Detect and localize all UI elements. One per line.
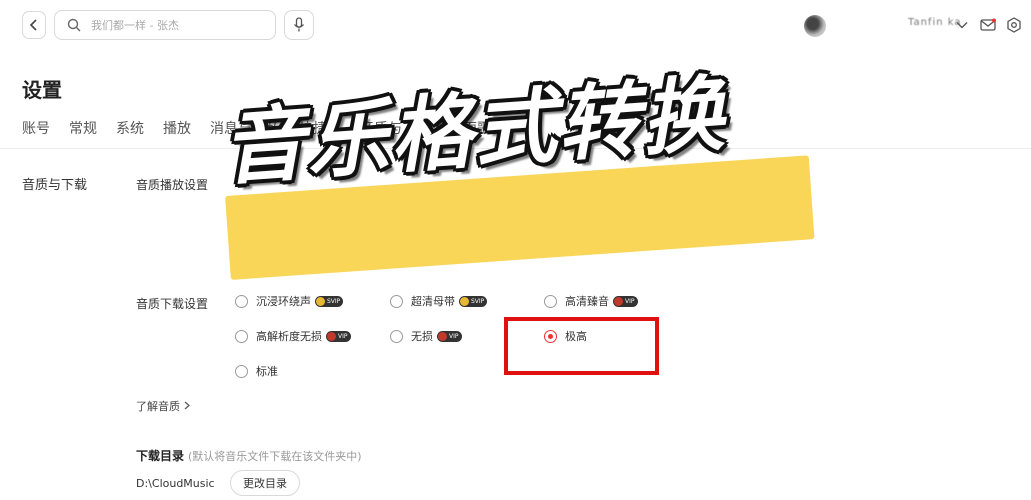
radio-button[interactable] [544, 294, 557, 308]
option-master[interactable]: 超清母带 SVIP [390, 292, 488, 310]
radio-button[interactable] [235, 364, 248, 378]
option-label: 无损 [411, 330, 433, 343]
messages-button[interactable] [978, 15, 998, 35]
download-quality-label: 音质下载设置 [136, 297, 209, 311]
chevron-left-icon [29, 19, 37, 31]
back-button[interactable] [22, 11, 46, 39]
option-standard[interactable]: 标准 [235, 362, 278, 380]
radio-button[interactable] [390, 294, 403, 308]
chevron-right-icon [184, 401, 190, 410]
tab-system[interactable]: 系统 [116, 118, 144, 138]
option-label: 高清臻音 [565, 295, 609, 308]
vip-badge: VIP [326, 330, 351, 342]
search-box[interactable] [54, 10, 276, 40]
tab-account[interactable]: 账号 [22, 118, 50, 138]
option-label: 超清母带 [411, 295, 455, 308]
highlight-box [504, 317, 659, 375]
settings-icon [1007, 17, 1021, 33]
download-dir-label: 下载目录 (默认将音乐文件下载在该文件夹中) [136, 449, 362, 463]
option-label: 高解析度无损 [256, 330, 322, 343]
radio-button[interactable] [235, 294, 248, 308]
microphone-icon [293, 17, 305, 32]
search-input[interactable] [91, 18, 261, 32]
search-icon [67, 18, 81, 32]
radio-button[interactable] [390, 329, 403, 343]
account-dropdown[interactable] [952, 15, 972, 35]
page-title: 设置 [22, 78, 62, 102]
download-dir-note: (默认将音乐文件下载在该文件夹中) [188, 450, 362, 463]
vip-badge: VIP [613, 295, 638, 307]
change-directory-button[interactable]: 更改目录 [230, 470, 300, 496]
option-lossless[interactable]: 无损 VIP [390, 327, 462, 345]
svip-badge: SVIP [315, 295, 344, 307]
section-title: 音质与下载 [22, 178, 88, 193]
learn-quality-link[interactable]: 了解音质 [136, 398, 190, 414]
tab-playback[interactable]: 播放 [163, 118, 191, 138]
chevron-down-icon [956, 22, 968, 29]
settings-button[interactable] [1004, 15, 1024, 35]
radio-button[interactable] [235, 329, 248, 343]
svip-badge: SVIP [459, 295, 488, 307]
vip-badge: VIP [437, 330, 462, 342]
mail-icon [980, 18, 996, 31]
option-label: 沉浸环绕声 [256, 295, 311, 308]
option-label: 标准 [256, 365, 278, 378]
option-hi-res-lossless[interactable]: 高解析度无损 VIP [235, 327, 351, 345]
download-path: D:\CloudMusic [136, 477, 215, 490]
option-hd-surround[interactable]: 高清臻音 VIP [544, 292, 638, 310]
tab-general[interactable]: 常规 [69, 118, 97, 138]
voice-search-button[interactable] [284, 10, 314, 40]
option-immersive-surround[interactable]: 沉浸环绕声 SVIP [235, 292, 344, 310]
avatar[interactable] [804, 15, 826, 37]
playback-quality-label: 音质播放设置 [136, 178, 209, 192]
